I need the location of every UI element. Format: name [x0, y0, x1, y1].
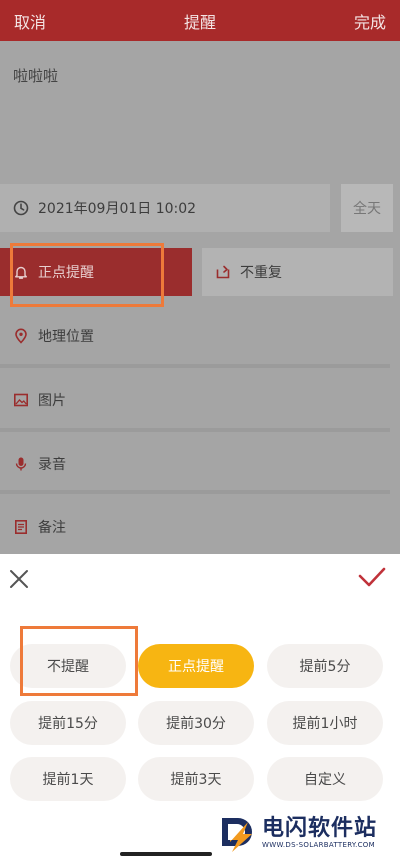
repeat-label: 不重复 [240, 265, 282, 281]
remark-row[interactable]: 备注 [0, 502, 400, 552]
remark-label: 备注 [38, 520, 66, 536]
option-pill[interactable]: 提前1天 [10, 757, 126, 801]
option-pill[interactable]: 提前5分 [267, 644, 383, 688]
option-pill[interactable]: 提前1小时 [267, 701, 383, 745]
datetime-row[interactable]: 2021年09月01日 10:02 [0, 184, 330, 232]
note-content[interactable]: 啦啦啦 [13, 65, 58, 86]
option-pill[interactable]: 正点提醒 [138, 644, 254, 688]
top-bar: 取消 提醒 完成 [0, 0, 400, 41]
option-pill[interactable]: 提前15分 [10, 701, 126, 745]
clock-icon [13, 200, 29, 216]
location-label: 地理位置 [38, 329, 94, 345]
image-icon [13, 392, 29, 408]
divider [0, 364, 390, 368]
watermark-url: WWW.DS-SOLARBATTERY.COM [262, 841, 375, 849]
highlight-box [20, 626, 138, 696]
image-row[interactable]: 图片 [0, 375, 400, 425]
close-icon[interactable] [8, 568, 30, 590]
cancel-button[interactable]: 取消 [14, 9, 46, 33]
divider [0, 428, 390, 432]
watermark: 电闪软件站 WWW.DS-SOLARBATTERY.COM [214, 810, 377, 856]
divider [0, 490, 390, 494]
audio-label: 录音 [38, 457, 66, 473]
repeat-icon [215, 264, 231, 280]
image-label: 图片 [38, 393, 66, 409]
page-title: 提醒 [183, 12, 216, 32]
home-indicator [120, 852, 212, 856]
brand-logo-icon [222, 818, 252, 852]
notes-icon [13, 519, 29, 535]
highlight-box [10, 243, 164, 307]
location-row[interactable]: 地理位置 [0, 311, 400, 361]
option-pill[interactable]: 提前3天 [138, 757, 254, 801]
datetime-value: 2021年09月01日 10:02 [38, 201, 197, 217]
audio-row[interactable]: 录音 [0, 439, 400, 489]
repeat-row[interactable]: 不重复 [202, 248, 393, 296]
allday-toggle[interactable]: 全天 [341, 184, 393, 232]
microphone-icon [13, 456, 29, 472]
location-pin-icon [13, 328, 29, 344]
check-icon[interactable] [358, 566, 386, 590]
option-pill[interactable]: 提前30分 [138, 701, 254, 745]
option-pill[interactable]: 自定义 [267, 757, 383, 801]
watermark-title: 电闪软件站 [262, 816, 378, 841]
done-button[interactable]: 完成 [354, 9, 386, 33]
